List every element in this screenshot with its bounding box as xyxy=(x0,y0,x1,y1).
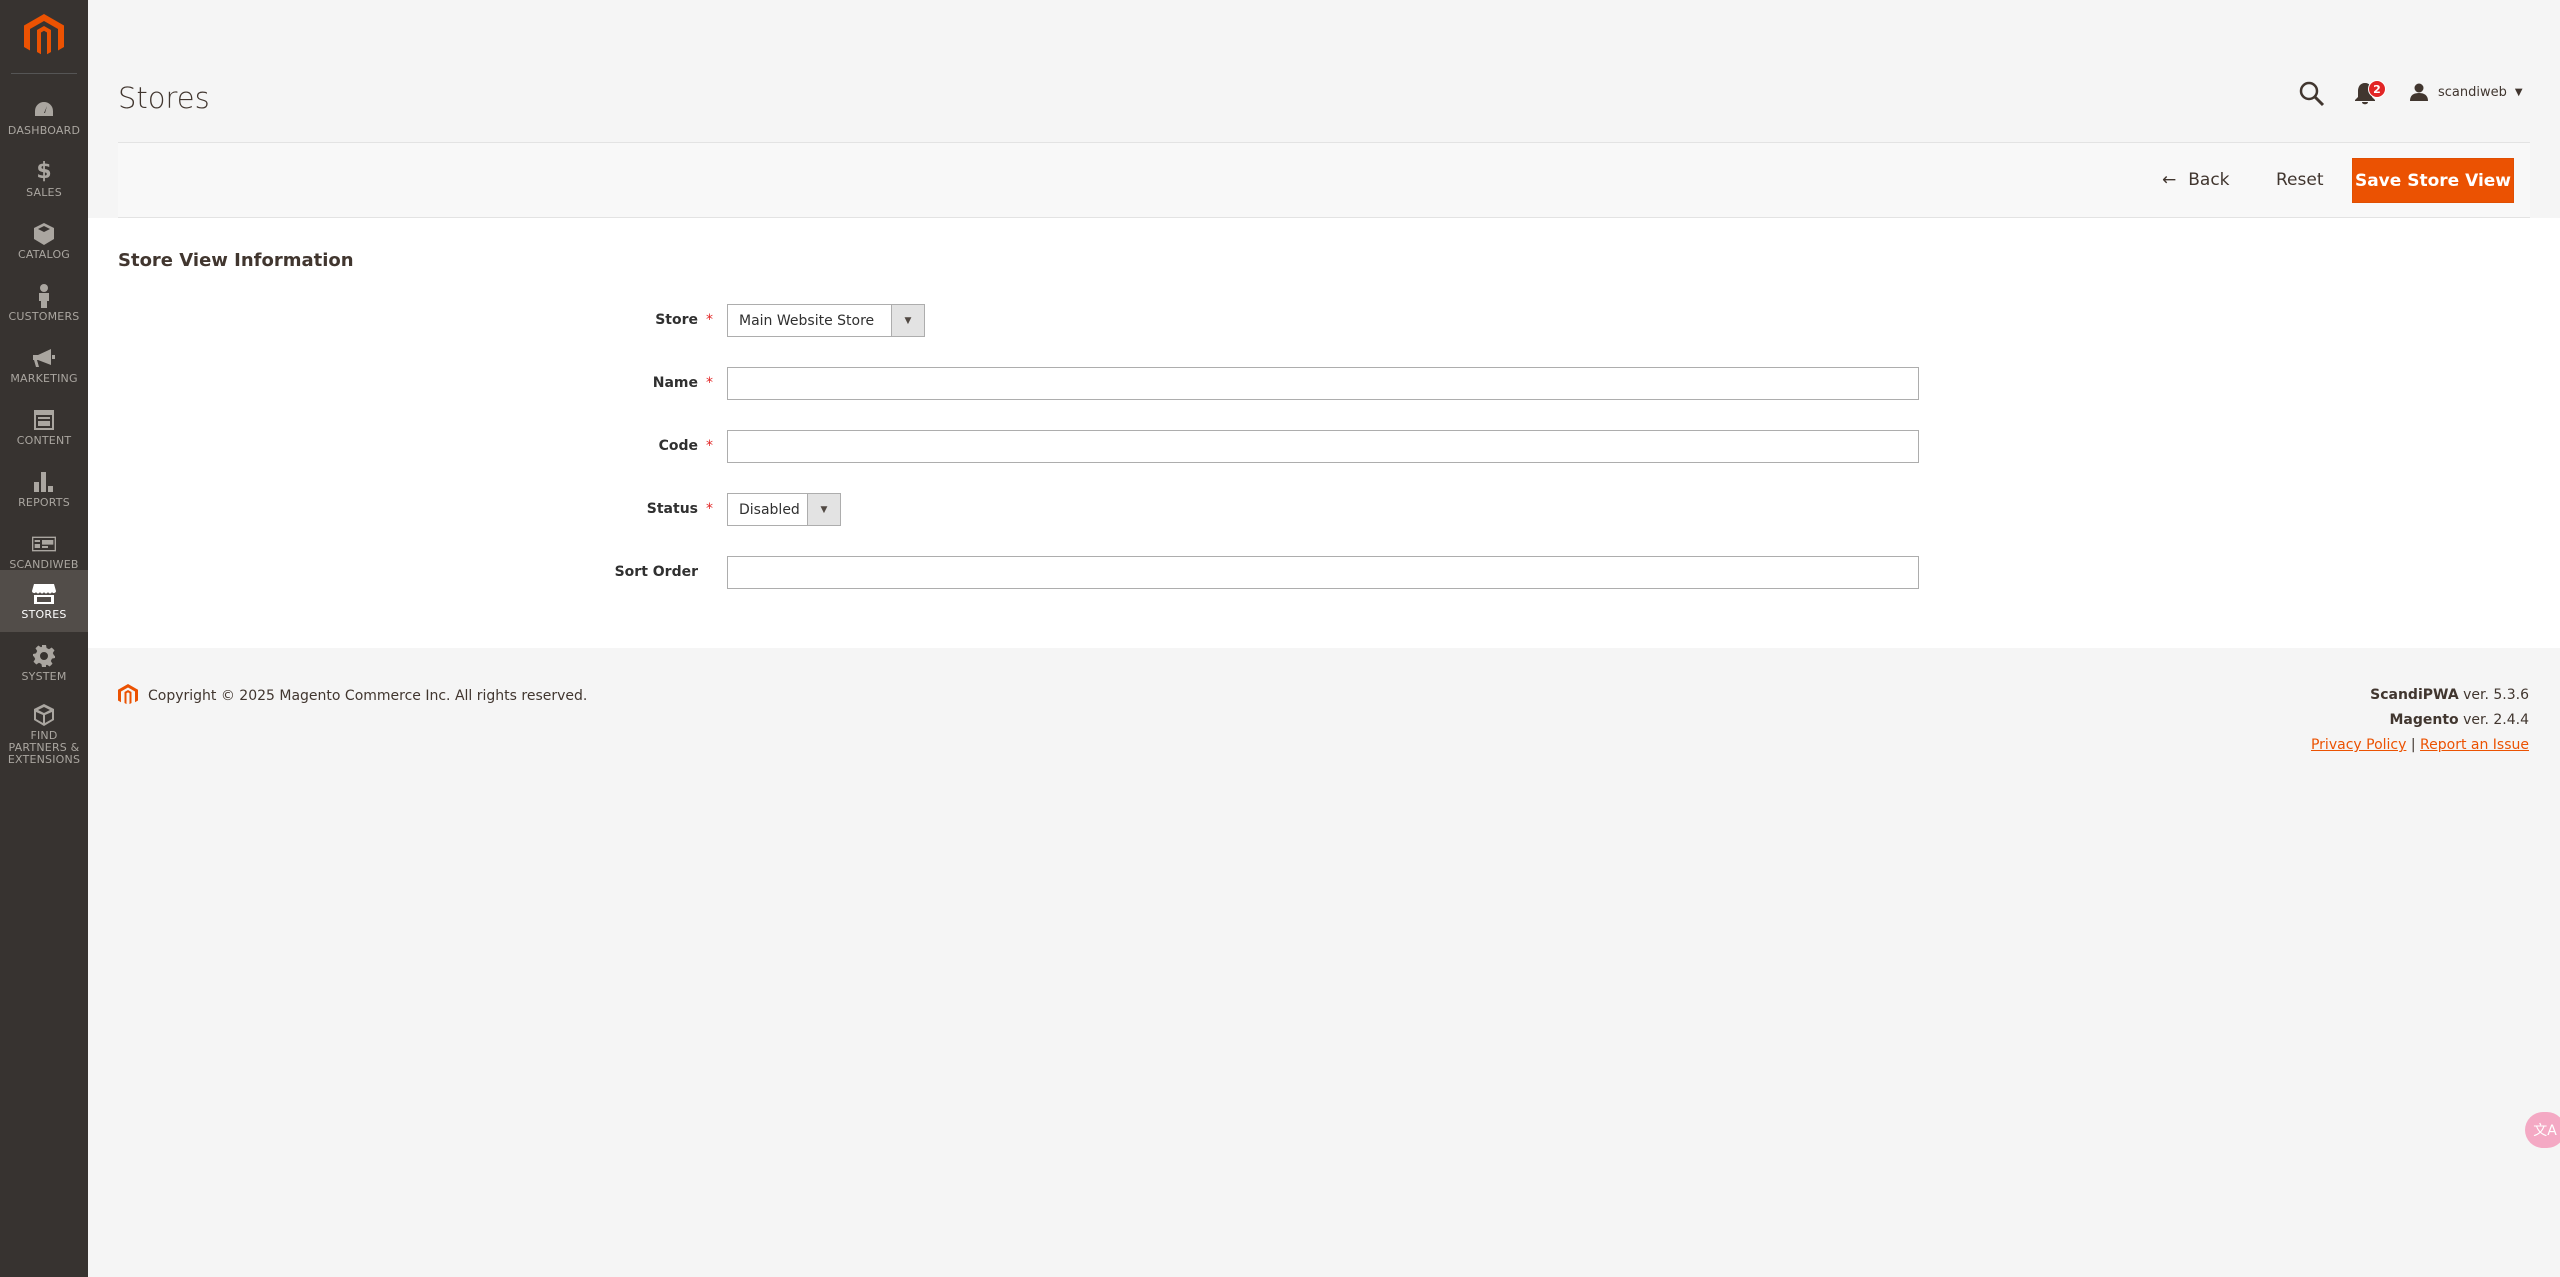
page-title: Stores xyxy=(118,81,210,115)
logo-divider xyxy=(11,73,77,74)
magento-name: Magento xyxy=(2389,712,2459,728)
code-input[interactable] xyxy=(727,430,1919,463)
required-marker: * xyxy=(706,312,713,328)
store-select[interactable]: Main Website Store ▼ xyxy=(727,304,925,337)
sidebar-item-dashboard[interactable]: DASHBOARD xyxy=(0,86,88,148)
magento-version-text: ver. 2.4.4 xyxy=(2458,712,2529,728)
save-button-label: Save Store View xyxy=(2354,170,2512,191)
scandipwa-name: ScandiPWA xyxy=(2370,687,2459,703)
reset-button[interactable]: Reset xyxy=(2276,160,2324,200)
magento-version: Magento ver. 2.4.4 xyxy=(2389,710,2529,730)
admin-sidebar: DASHBOARD $ SALES CATALOG CUSTOMERS MARK… xyxy=(0,0,88,1277)
sidebar-item-catalog[interactable]: CATALOG xyxy=(0,210,88,272)
sidebar-item-reports[interactable]: REPORTS xyxy=(0,458,88,520)
back-button[interactable]: ← Back xyxy=(2162,160,2230,200)
name-label: Name xyxy=(652,375,698,391)
sidebar-item-label: REPORTS xyxy=(18,495,70,509)
gear-icon xyxy=(32,644,56,668)
report-issue-link[interactable]: Report an Issue xyxy=(2420,737,2529,753)
person-icon xyxy=(32,283,56,308)
scandiweb-icon xyxy=(32,532,56,556)
copyright-text: Copyright © 2025 Magento Commerce Inc. A… xyxy=(148,688,588,704)
link-separator: | xyxy=(2410,737,2416,753)
translate-icon[interactable]: 文A xyxy=(2525,1112,2560,1148)
status-label: Status xyxy=(646,501,698,517)
store-icon xyxy=(32,582,56,606)
status-select[interactable]: Disabled ▼ xyxy=(727,493,841,526)
scandipwa-version: ScandiPWA ver. 5.3.6 xyxy=(2370,685,2529,705)
chevron-down-icon: ▼ xyxy=(807,494,840,525)
sidebar-item-stores[interactable]: STORES xyxy=(0,570,88,632)
sidebar-item-label: STORES xyxy=(21,607,67,621)
privacy-policy-link[interactable]: Privacy Policy xyxy=(2311,737,2406,753)
sort-order-label: Sort Order xyxy=(614,564,698,580)
sidebar-item-system[interactable]: SYSTEM xyxy=(0,632,88,694)
store-select-value: Main Website Store xyxy=(739,312,875,329)
notification-badge: 2 xyxy=(2368,80,2386,98)
search-icon[interactable] xyxy=(2298,80,2326,108)
bar-chart-icon xyxy=(32,470,56,494)
dashboard-icon xyxy=(32,98,56,122)
required-marker: * xyxy=(706,438,713,454)
sidebar-item-label: DASHBOARD xyxy=(7,123,81,137)
required-marker: * xyxy=(706,501,713,517)
magento-logo-small xyxy=(118,684,138,705)
arrow-left-icon: ← xyxy=(2162,170,2177,190)
layout-icon xyxy=(32,408,56,432)
chevron-down-icon: ▼ xyxy=(2514,86,2523,98)
sidebar-item-label: CONTENT xyxy=(16,433,72,447)
sidebar-item-label: SCANDIWEB xyxy=(9,557,79,571)
sidebar-item-sales[interactable]: $ SALES xyxy=(0,148,88,210)
sidebar-item-content[interactable]: CONTENT xyxy=(0,396,88,458)
sidebar-item-label: MARKETING xyxy=(10,371,78,385)
code-label: Code xyxy=(658,438,698,454)
reset-button-label: Reset xyxy=(2276,170,2324,190)
box-icon xyxy=(32,222,56,246)
cube-icon xyxy=(32,703,56,727)
chevron-down-icon: ▼ xyxy=(891,305,924,336)
sidebar-item-label: SALES xyxy=(26,185,62,199)
store-label: Store xyxy=(655,312,698,328)
sort-order-input[interactable] xyxy=(727,556,1919,589)
section-title: Store View Information xyxy=(118,250,354,271)
scandipwa-version-text: ver. 5.3.6 xyxy=(2458,687,2529,703)
sidebar-item-label: CUSTOMERS xyxy=(8,309,80,323)
back-button-label: Back xyxy=(2188,170,2230,190)
required-marker: * xyxy=(706,375,713,391)
status-select-value: Disabled xyxy=(739,501,800,518)
sidebar-item-label: CATALOG xyxy=(17,247,71,261)
user-name: scandiweb xyxy=(2438,84,2507,100)
footer-links: Privacy Policy | Report an Issue xyxy=(2311,735,2529,755)
user-menu[interactable]: scandiweb ▼ xyxy=(2410,80,2523,104)
sidebar-item-label: SYSTEM xyxy=(21,669,67,683)
dollar-icon: $ xyxy=(36,159,52,184)
sidebar-item-find-partners[interactable]: FIND PARTNERS & EXTENSIONS xyxy=(0,700,88,768)
sidebar-item-label: FIND PARTNERS & EXTENSIONS xyxy=(7,728,81,766)
megaphone-icon xyxy=(32,346,56,370)
sidebar-item-customers[interactable]: CUSTOMERS xyxy=(0,272,88,334)
sidebar-item-marketing[interactable]: MARKETING xyxy=(0,334,88,396)
magento-logo[interactable] xyxy=(24,14,64,58)
user-icon xyxy=(2410,83,2428,101)
name-input[interactable] xyxy=(727,367,1919,400)
save-store-view-button[interactable]: Save Store View xyxy=(2352,158,2514,203)
